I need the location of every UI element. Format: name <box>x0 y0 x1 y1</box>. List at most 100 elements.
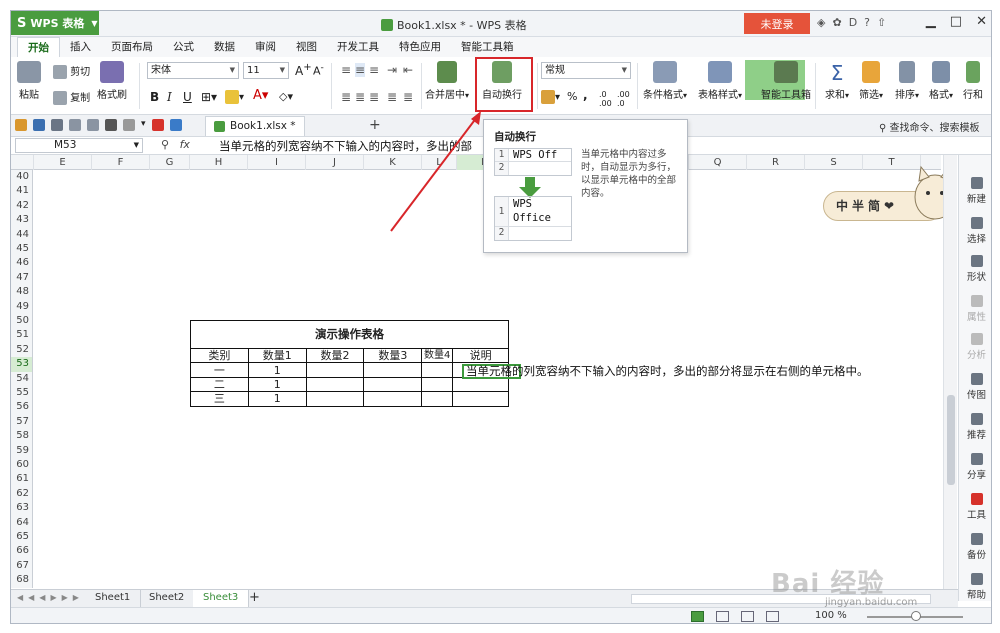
name-box[interactable]: M53 ▼ <box>15 138 143 153</box>
row-header[interactable]: 61 <box>11 472 33 487</box>
zoom-level[interactable]: 100 % <box>815 610 847 621</box>
italic-button[interactable]: I <box>167 90 172 104</box>
row-header[interactable]: 66 <box>11 544 33 559</box>
open-icon[interactable] <box>15 119 27 131</box>
row-col-button[interactable]: 行和 <box>963 61 983 101</box>
table-cell[interactable] <box>305 391 365 407</box>
row-header[interactable]: 65 <box>11 530 33 545</box>
align-center-button[interactable]: ≣ <box>355 90 365 104</box>
align-middle-button[interactable]: ≡ <box>355 63 366 77</box>
table-cell[interactable]: 三 <box>190 391 249 407</box>
fx-icon[interactable]: fx <box>180 138 190 151</box>
print-preview-icon[interactable] <box>69 119 81 131</box>
table-cell[interactable] <box>363 362 423 378</box>
column-header[interactable]: S <box>805 155 863 170</box>
row-header[interactable]: 43 <box>11 213 33 228</box>
align-top-button[interactable]: ≡ <box>341 63 351 77</box>
app-menu-button[interactable]: S WPS 表格 ▼ <box>11 11 99 35</box>
font-color-button[interactable]: A▾ <box>253 88 268 103</box>
cloud-icon[interactable] <box>169 119 182 131</box>
column-header[interactable]: J <box>306 155 364 170</box>
table-cell[interactable] <box>363 391 423 407</box>
table-header-cell[interactable]: 类别 <box>190 347 249 364</box>
row-header[interactable]: 64 <box>11 515 33 530</box>
column-header[interactable]: G <box>150 155 190 170</box>
row-header[interactable]: 44 <box>11 227 33 242</box>
decrease-decimal-button[interactable]: .00.0 <box>617 90 630 108</box>
shrink-font-button[interactable]: A- <box>313 62 324 78</box>
tab-features[interactable]: 特色应用 <box>389 37 451 57</box>
demo-table-title[interactable]: 演示操作表格 <box>190 320 509 349</box>
skin-icon[interactable]: ◈ <box>817 16 825 29</box>
row-header[interactable]: 41 <box>11 184 33 199</box>
redo-icon[interactable] <box>123 119 135 131</box>
side-shape-button[interactable]: 形状 <box>959 255 991 283</box>
minimize-icon[interactable]: ▁ <box>926 14 936 29</box>
zoom-formula-icon[interactable]: ⚲ <box>161 138 169 151</box>
sum-button[interactable]: Σ 求和▾ <box>825 61 849 101</box>
table-header-cell[interactable]: 数量1 <box>247 347 307 364</box>
format-button[interactable]: 格式▾ <box>929 61 953 101</box>
sheet-nav-arrows[interactable]: ◀◀◀▶▶▶ <box>17 593 84 602</box>
tab-view[interactable]: 视图 <box>286 37 327 57</box>
document-tab[interactable]: Book1.xlsx * <box>205 116 305 136</box>
wps-docer-icon[interactable] <box>151 119 164 131</box>
settings-icon[interactable]: ✿ <box>832 16 841 29</box>
new-tab-button[interactable]: + <box>369 117 381 133</box>
add-sheet-button[interactable]: + <box>239 590 270 607</box>
page-layout-view-icon[interactable] <box>716 611 729 622</box>
column-header[interactable]: R <box>747 155 805 170</box>
row-header[interactable]: 54 <box>11 371 33 386</box>
column-header[interactable]: I <box>248 155 306 170</box>
number-format-select[interactable]: 常规 ▼ <box>541 62 631 79</box>
align-left-button[interactable]: ≣ <box>341 90 351 104</box>
row-header[interactable]: 62 <box>11 486 33 502</box>
column-header[interactable]: H <box>190 155 248 170</box>
row-header[interactable]: 67 <box>11 558 33 574</box>
side-tool-button[interactable]: 工具 <box>959 493 991 521</box>
increase-decimal-button[interactable]: .0.00 <box>599 90 612 108</box>
tab-page-layout[interactable]: 页面布局 <box>101 37 163 57</box>
sheet-tab-sheet2[interactable]: Sheet2 <box>139 590 196 607</box>
grow-font-button[interactable]: A+ <box>295 62 312 78</box>
tab-formula[interactable]: 公式 <box>163 37 204 57</box>
fill-color-button[interactable]: ▾ <box>225 90 244 104</box>
row-header[interactable]: 52 <box>11 342 33 358</box>
smart-toolbox-button[interactable]: 智能工具箱 <box>761 61 811 101</box>
justify-button[interactable]: ≣ <box>387 90 397 104</box>
tab-home[interactable]: 开始 <box>17 37 60 57</box>
eye-protect-icon[interactable] <box>766 611 779 622</box>
side-analysis-button[interactable]: 分析 <box>959 333 991 361</box>
percent-button[interactable]: % <box>567 90 577 103</box>
currency-button[interactable]: ▾ <box>541 90 560 104</box>
row-header[interactable]: 45 <box>11 242 33 257</box>
row-header[interactable]: 47 <box>11 270 33 286</box>
side-share-button[interactable]: 分享 <box>959 453 991 481</box>
select-all-corner[interactable] <box>11 155 34 170</box>
table-cell[interactable] <box>421 362 454 378</box>
table-header-cell[interactable]: 数量4 <box>421 347 454 364</box>
table-cell[interactable] <box>363 376 423 393</box>
close-icon[interactable]: ✕ <box>976 14 987 29</box>
column-header[interactable]: F <box>92 155 150 170</box>
side-help-button[interactable]: 帮助 <box>959 573 991 601</box>
table-cell[interactable] <box>305 376 365 393</box>
help-icon[interactable]: ? <box>864 16 870 29</box>
command-search[interactable]: ⚲ 查找命令、搜索模板 <box>879 119 980 134</box>
tab-developer[interactable]: 开发工具 <box>327 37 389 57</box>
row-header[interactable]: 48 <box>11 285 33 300</box>
tab-data[interactable]: 数据 <box>204 37 245 57</box>
row-header[interactable]: 68 <box>11 573 33 588</box>
font-name-select[interactable]: 宋体 ▼ <box>147 62 239 79</box>
comma-button[interactable]: , <box>583 88 588 102</box>
maximize-icon[interactable]: □ <box>950 14 962 29</box>
side-new-button[interactable]: 新建 <box>959 177 991 205</box>
row-header-active[interactable]: 53 <box>11 357 33 372</box>
table-cell[interactable] <box>421 376 454 393</box>
customize-quickbar-icon[interactable]: ▾ <box>141 119 146 131</box>
row-header[interactable]: 51 <box>11 328 33 343</box>
outdent-button[interactable]: ⇤ <box>403 63 413 77</box>
minimize-ribbon-icon[interactable]: ⇧ <box>877 16 886 29</box>
bold-button[interactable]: B <box>150 90 159 104</box>
underline-button[interactable]: U <box>183 90 192 104</box>
